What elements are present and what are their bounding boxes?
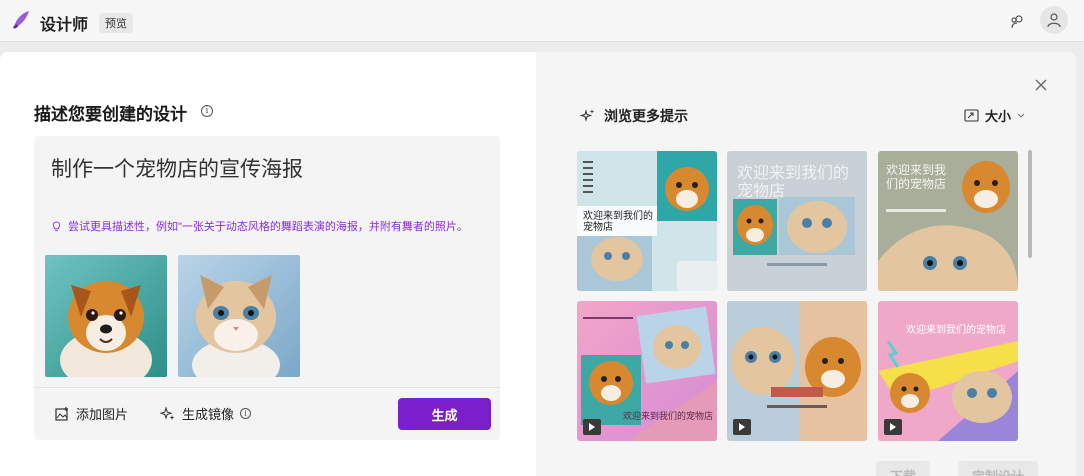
- download-button[interactable]: 下载: [876, 461, 931, 476]
- template-caption: 欢迎来到我们的宠物店: [737, 165, 850, 200]
- template-card[interactable]: [727, 301, 867, 441]
- avatar[interactable]: [1040, 6, 1068, 34]
- top-bar: 设计师 预览: [0, 0, 1084, 42]
- preview-badge: 预览: [99, 13, 133, 33]
- browse-prompts-button[interactable]: 浏览更多提示: [580, 106, 688, 126]
- prompt-card: 制作一个宠物店的宣传海报 尝试更具描述性，例如"一张关于动态风格的舞蹈表演的海报…: [34, 136, 500, 440]
- template-card[interactable]: 欢迎来到我们的宠物店: [727, 151, 867, 291]
- user-icon: [1047, 13, 1061, 28]
- template-caption: 欢迎来到我们的宠物店: [583, 211, 653, 233]
- uploaded-kitten-image[interactable]: [178, 255, 300, 377]
- info-icon[interactable]: i: [201, 105, 213, 117]
- lightbulb-icon: [52, 220, 61, 231]
- template-card[interactable]: 欢迎来到我们的宠物店: [878, 301, 1018, 441]
- designer-logo-icon: [13, 11, 29, 29]
- app-title: 设计师: [40, 17, 89, 34]
- add-image-button[interactable]: 添加图片: [54, 404, 128, 423]
- scrollbar[interactable]: [1028, 150, 1032, 258]
- template-caption: 欢迎来到我们的宠物店: [886, 163, 947, 191]
- page-title: 描述您要创建的设计: [34, 105, 187, 124]
- browse-prompts-label: 浏览更多提示: [604, 108, 688, 124]
- size-label: 大小: [985, 109, 1012, 124]
- generate-mirror-button[interactable]: 生成镜像 i: [160, 404, 252, 423]
- chevron-down-icon: [1017, 113, 1025, 118]
- sparkle-icon: [160, 405, 175, 420]
- customize-design-button[interactable]: 定制设计: [958, 461, 1039, 476]
- sparkle-icon: [580, 109, 595, 122]
- template-card[interactable]: 欢迎来到我们的宠物店: [577, 151, 717, 291]
- editor-pane: 描述您要创建的设计 i 制作一个宠物店的宣传海报 尝试更具描述性，例如"一张关于…: [0, 52, 536, 476]
- play-icon: [733, 419, 751, 435]
- play-icon: [884, 419, 902, 435]
- template-caption: 欢迎来到我们的宠物店: [623, 411, 714, 421]
- prompt-hint: 尝试更具描述性，例如"一张关于动态风格的舞蹈表演的海报，并附有舞者的照片。: [51, 218, 468, 234]
- suggestions-pane: 浏览更多提示 大小 欢迎来到我们的宠物店 欢迎来到我们的宠物店 欢迎来到我们的宠…: [536, 52, 1076, 476]
- template-caption: 欢迎来到我们的宠物店: [906, 325, 1006, 336]
- close-icon[interactable]: [1032, 76, 1050, 94]
- add-image-icon: [55, 406, 68, 421]
- generate-button[interactable]: 生成: [398, 398, 491, 430]
- share-icon: [1011, 15, 1023, 29]
- hint-text: 尝试更具描述性，例如"一张关于动态风格的舞蹈表演的海报，并附有舞者的照片。: [68, 221, 468, 233]
- play-icon: [583, 419, 601, 435]
- puppy-illustration: [45, 255, 167, 377]
- resize-icon: [964, 109, 979, 122]
- uploaded-puppy-image[interactable]: [45, 255, 167, 377]
- prompt-input[interactable]: 制作一个宠物店的宣传海报: [51, 153, 303, 183]
- add-image-label: 添加图片: [76, 407, 129, 422]
- kitten-illustration: [178, 255, 300, 377]
- info-icon[interactable]: i: [240, 408, 252, 419]
- template-card[interactable]: 欢迎来到我们的宠物店: [577, 301, 717, 441]
- template-card[interactable]: 欢迎来到我们的宠物店: [878, 151, 1018, 291]
- size-dropdown[interactable]: 大小: [964, 106, 1025, 125]
- share-button[interactable]: [1004, 9, 1030, 35]
- divider: [34, 387, 500, 388]
- generate-mirror-label: 生成镜像: [182, 407, 235, 422]
- create-design-dialog: 描述您要创建的设计 i 制作一个宠物店的宣传海报 尝试更具描述性，例如"一张关于…: [0, 52, 1076, 476]
